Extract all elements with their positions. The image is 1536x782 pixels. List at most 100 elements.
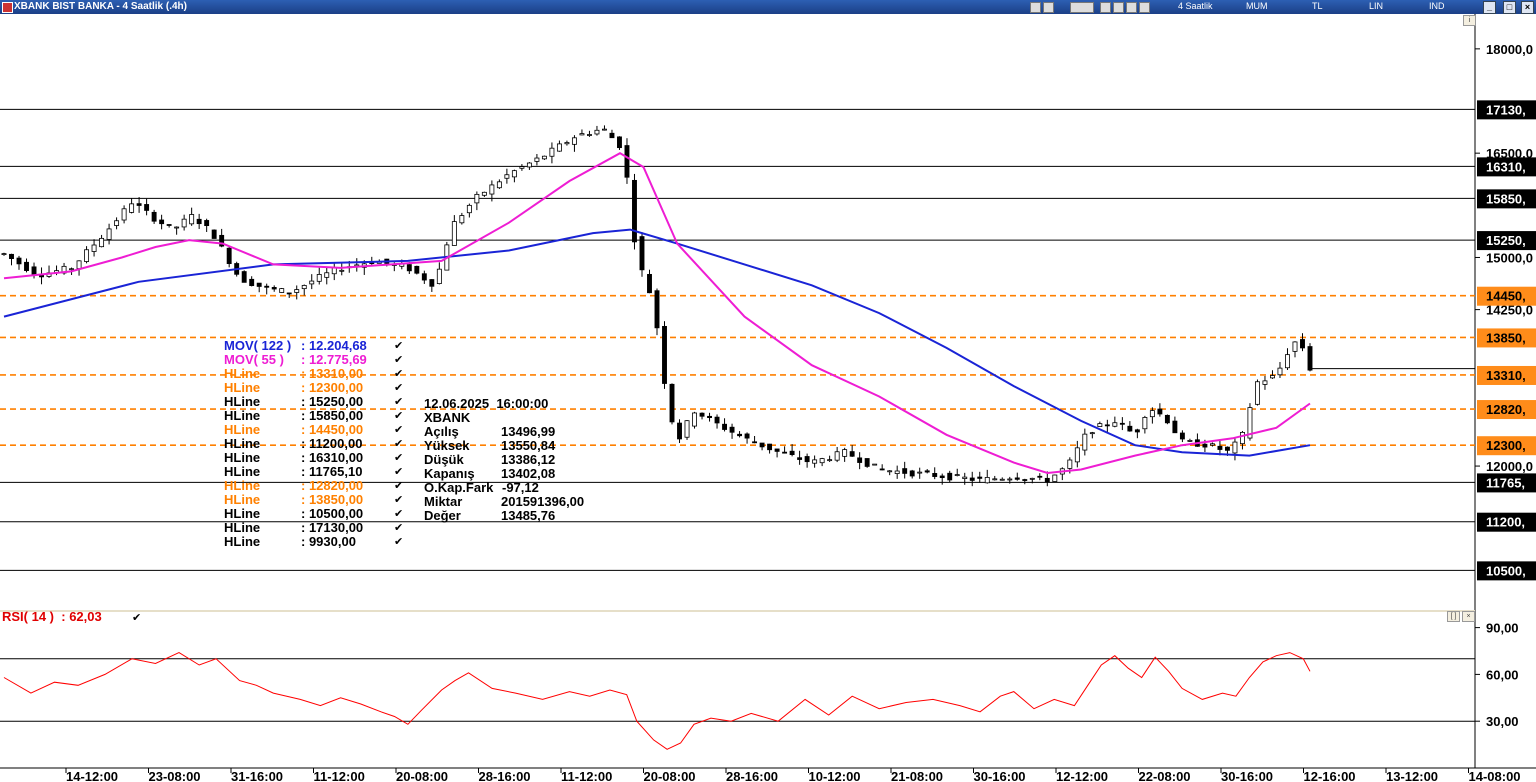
candle-body — [1127, 425, 1133, 432]
legend-check-icon[interactable]: ✔ — [394, 395, 403, 409]
hline-axis-label: 13850, — [1486, 330, 1526, 345]
candle-body — [647, 273, 652, 294]
legend-check-icon[interactable]: ✔ — [394, 353, 403, 367]
bar-field-value: 13550,84 — [501, 438, 556, 453]
candle-body — [1074, 447, 1080, 463]
candle-body — [406, 264, 412, 272]
close-icon[interactable]: × — [1521, 1, 1534, 14]
legend-check-icon[interactable]: ✔ — [394, 381, 403, 395]
candle-body — [677, 422, 682, 440]
rsi-pane: 30,00 60,00 90,00 — [0, 610, 1519, 750]
candle-body — [121, 208, 127, 221]
toolbar-icon-5[interactable] — [1126, 2, 1137, 13]
bar-info-box: 12.06.2025 16:00:00 XBANK Açılış 13496,99… — [424, 397, 604, 523]
legend-check-icon[interactable]: ✔ — [394, 367, 403, 381]
legend-name: HLine — [224, 408, 261, 423]
legend-name: HLine — [224, 450, 261, 465]
legend-check-icon[interactable]: ✔ — [394, 479, 403, 493]
candle-body — [99, 237, 105, 248]
rsi-line — [3, 652, 1311, 750]
legend-row: HLine: 12300,00 ✔ — [224, 381, 404, 395]
rsi-pane-menu-icon[interactable]: [ ] — [1447, 611, 1460, 622]
candle-body — [789, 450, 795, 456]
candle-body — [1082, 433, 1088, 451]
x-tick-label: 21-08:00 — [891, 769, 943, 782]
legend-check-icon[interactable]: ✔ — [394, 535, 403, 549]
legend-check-icon[interactable]: ✔ — [394, 409, 403, 423]
candle-body — [579, 133, 585, 136]
candle-body — [729, 426, 735, 433]
legend-check-icon[interactable]: ✔ — [394, 451, 403, 465]
candle-body — [1119, 422, 1125, 425]
legend-row: HLine: 17130,00 ✔ — [224, 521, 404, 535]
legend-row: HLine: 13850,00 ✔ — [224, 493, 404, 507]
candle-body — [549, 147, 555, 157]
candle-body — [1277, 367, 1283, 376]
legend-check-icon[interactable]: ✔ — [394, 437, 403, 451]
x-tick-label: 10-12:00 — [809, 769, 861, 782]
style-button[interactable]: MUM — [1246, 1, 1268, 12]
candle-body — [1292, 341, 1298, 352]
candle-body — [699, 412, 705, 417]
candle-body — [541, 155, 547, 160]
minimize-icon[interactable]: _ — [1483, 1, 1496, 14]
candle-body — [451, 221, 457, 246]
legend-row: HLine: 15250,00 ✔ — [224, 395, 404, 409]
toolbar-icon-6[interactable] — [1139, 2, 1150, 13]
candle-body — [834, 451, 840, 461]
legend-check-icon[interactable]: ✔ — [394, 493, 403, 507]
toolbar-icon-3[interactable] — [1100, 2, 1111, 13]
legend-check-icon[interactable]: ✔ — [394, 521, 403, 535]
hline-axis-label: 17130, — [1486, 102, 1526, 117]
candle-body — [819, 458, 825, 464]
indicator-button[interactable]: IND — [1429, 1, 1445, 12]
hline-axis-label: 11200, — [1486, 515, 1525, 530]
legend-row: HLine: 10500,00 ✔ — [224, 507, 404, 521]
toolbar-field-icon[interactable] — [1070, 2, 1094, 13]
x-axis: 14-12:00 23-08:00 31-16:00 11-12:00 20-08:00… — [0, 767, 1536, 782]
x-tick-label: 20-08:00 — [396, 769, 448, 782]
bar-date: 12.06.2025 — [424, 396, 490, 411]
legend-check-icon[interactable]: ✔ — [394, 465, 403, 479]
rsi-visible-check-icon[interactable]: ✔ — [132, 611, 141, 624]
legend-value: : 12.775,69 — [301, 352, 367, 367]
legend-check-icon[interactable]: ✔ — [394, 339, 403, 353]
legend-value: : 11765,10 — [301, 464, 363, 479]
candle-body — [534, 157, 540, 162]
candle-body — [1172, 420, 1178, 434]
bar-field-label: O.Kap.Fark — [424, 480, 494, 495]
hline-axis-label: 10500, — [1486, 563, 1526, 578]
period-button[interactable]: 4 Saatlik — [1178, 1, 1213, 12]
rsi-name: RSI( 14 ) — [2, 609, 55, 624]
scale-button[interactable]: LIN — [1369, 1, 1383, 12]
x-tick-label: 28-16:00 — [726, 769, 778, 782]
candle-body — [1029, 477, 1035, 480]
toolbar-icon-1[interactable] — [1030, 2, 1041, 13]
hline-axis-label: 15850, — [1486, 191, 1526, 206]
legend-check-icon[interactable]: ✔ — [394, 423, 403, 437]
pane-menu-icon[interactable]: i — [1463, 15, 1476, 26]
legend-value: : 15250,00 — [301, 394, 364, 409]
candle-body — [526, 162, 532, 168]
legend-check-icon[interactable]: ✔ — [394, 507, 403, 521]
rsi-pane-close-icon[interactable]: × — [1462, 611, 1475, 622]
candle-body — [339, 269, 345, 272]
y-tick-label: 15000,0 — [1486, 250, 1533, 265]
candle-body — [984, 477, 990, 484]
toolbar-icon-2[interactable] — [1043, 2, 1054, 13]
legend-value: : 10500,00 — [301, 506, 364, 521]
candle-body — [489, 184, 495, 195]
candle-body — [1044, 477, 1050, 483]
maximize-icon[interactable]: □ — [1503, 1, 1516, 14]
currency-button[interactable]: TL — [1312, 1, 1323, 12]
app-icon[interactable] — [2, 2, 13, 13]
bar-field-row: O.Kap.Fark -97,12 — [424, 481, 604, 495]
candle-body — [624, 145, 630, 178]
candle-body — [76, 260, 82, 269]
candle-body — [474, 193, 480, 204]
toolbar-icon-4[interactable] — [1113, 2, 1124, 13]
candle-body — [286, 292, 292, 295]
candle-body — [894, 470, 900, 474]
candle-body — [902, 468, 908, 474]
candle-body — [827, 459, 833, 462]
